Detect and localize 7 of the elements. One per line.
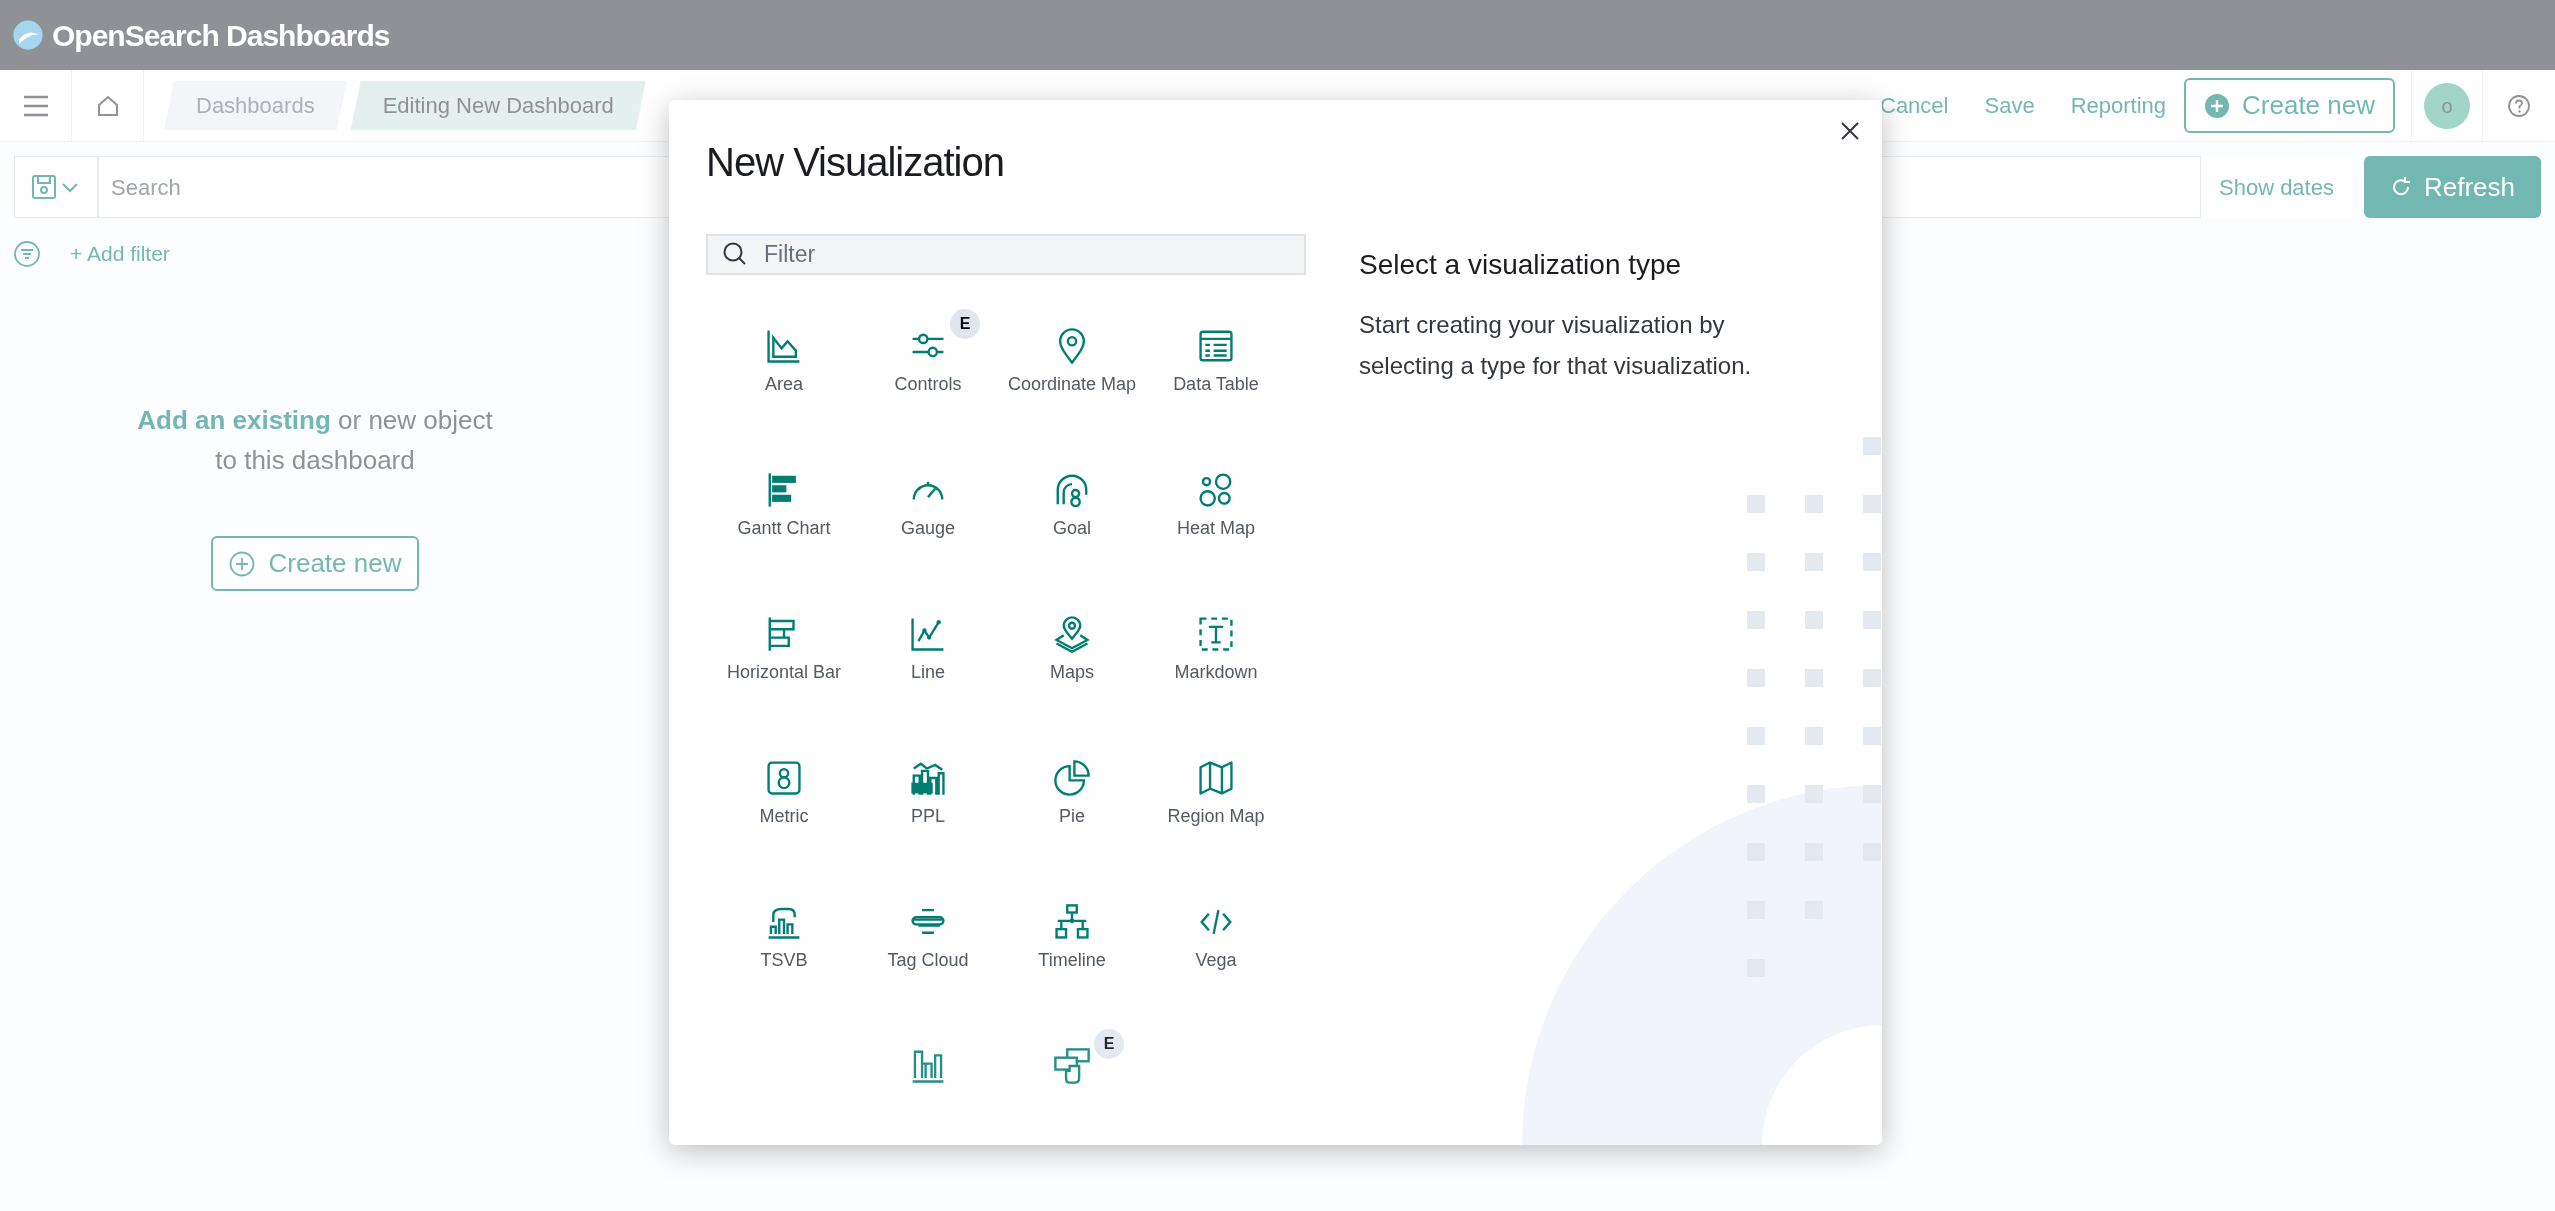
brand-name: OpenSearch Dashboards [52, 17, 390, 54]
experimental-badge: E [950, 308, 980, 339]
section-heading: Select a visualization type [1359, 248, 1683, 282]
experimental-badge: E [1094, 1028, 1124, 1059]
empty-dashboard-text: Add an existing or new object to this dashboard [136, 404, 494, 477]
modal-title: New Visualization [706, 139, 1005, 186]
description-text: Start creating your visualization by selecting a type for that visualization. [1359, 309, 1753, 381]
